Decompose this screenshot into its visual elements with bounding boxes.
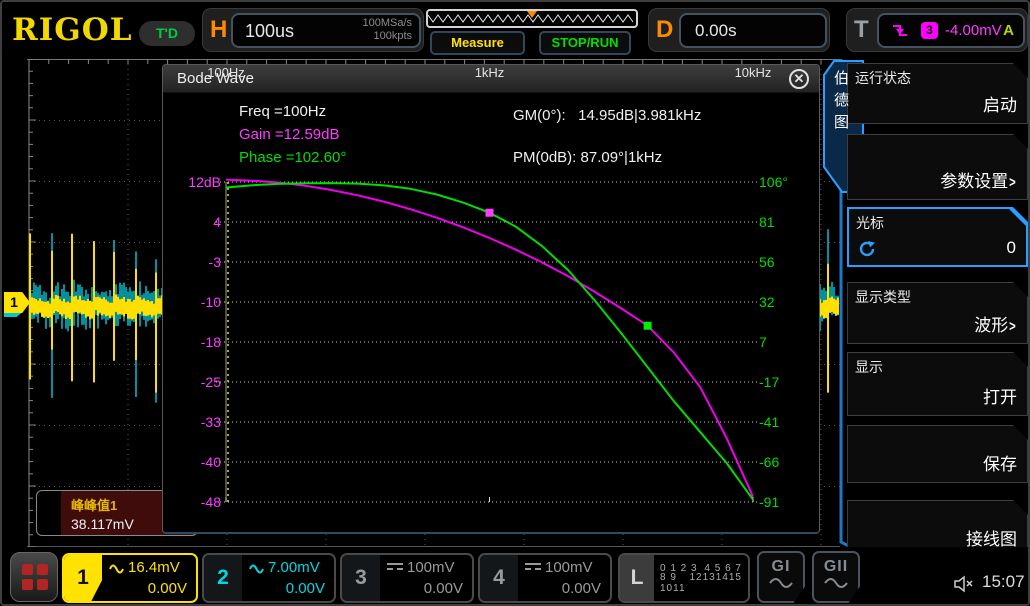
channel-4-tab[interactable]: 4 100mV 0.00V <box>478 553 612 603</box>
sidebar-item-display[interactable]: 显示 打开 <box>847 352 1028 416</box>
delay-value: 0.00s <box>695 21 737 41</box>
rotate-icon <box>857 239 877 259</box>
generator-1-button[interactable]: GI <box>757 551 805 603</box>
delay-group: D 0.00s <box>648 8 830 52</box>
channel-number: 3 <box>342 555 380 601</box>
timebase-control[interactable]: 100us 100MSa/s 100kpts <box>231 13 421 48</box>
speaker-muted-icon[interactable] <box>953 575 977 593</box>
sidebar-item-run-state[interactable]: 运行状态 启动 <box>847 63 1028 124</box>
oscilloscope-screen: 1 峰峰值1 38.117mV RIGOL T'D H 100us 100MSa… <box>0 0 1030 606</box>
measure-button[interactable]: Measure <box>430 31 525 55</box>
top-status-bar: RIGOL T'D H 100us 100MSa/s 100kpts Measu… <box>2 2 1030 58</box>
channel-3-tab[interactable]: 3 100mV 0.00V <box>340 553 474 603</box>
trigger-status-badge: T'D <box>139 21 195 46</box>
generator-2-button[interactable]: GII <box>812 551 860 603</box>
sidebar-item-parameter-setting[interactable]: 参数设置> <box>847 134 1028 200</box>
logic-label: L <box>620 555 654 601</box>
sidebar-item-cursor[interactable]: 光标 0 <box>847 207 1028 267</box>
channel-number: 1 <box>64 555 102 601</box>
logic-analyzer-tab[interactable]: L 0 1 2 34 5 6 7 8 9 101112131415 <box>618 553 750 603</box>
channel-offset: 0.00V <box>286 580 325 597</box>
horizontal-label: H <box>210 16 227 44</box>
channel-2-tab[interactable]: 2 7.00mV 0.00V <box>202 553 336 603</box>
channel-scale: 100mV <box>545 559 593 576</box>
trigger-position-icon <box>527 11 537 18</box>
channel-number: 2 <box>204 555 242 601</box>
sine-icon <box>768 577 794 589</box>
bode-menu-tab-label[interactable]: 伯德图 <box>830 70 851 182</box>
trigger-level-value: -4.00mV <box>945 22 1002 39</box>
ac-coupling-icon <box>109 562 124 574</box>
channel-number: 4 <box>480 555 518 601</box>
channel-offset: 0.00V <box>562 580 601 597</box>
timebase-value: 100us <box>245 21 294 42</box>
menu-grid-icon <box>22 564 48 590</box>
trigger-control[interactable]: 3 -4.00mV A <box>877 13 1025 48</box>
stop-run-button[interactable]: STOP/RUN <box>539 31 631 55</box>
channel-scale: 16.4mV <box>128 559 180 576</box>
sidebar-item-save[interactable]: 保存 <box>847 425 1028 483</box>
waveform-position-strip[interactable] <box>426 9 638 28</box>
clock: 15:07 <box>982 572 1025 592</box>
trigger-label: T <box>854 16 869 44</box>
delay-label: D <box>656 16 673 44</box>
chevron-right-icon: > <box>1009 174 1016 191</box>
trigger-source-badge: 3 <box>921 22 938 39</box>
acquisition-info: 100MSa/s 100kpts <box>362 17 412 43</box>
dc-coupling-icon <box>525 563 541 572</box>
channel-1-tab[interactable]: 1 16.4mV 0.00V <box>62 553 198 603</box>
memory-depth: 100kpts <box>362 30 412 43</box>
channel-scale: 7.00mV <box>268 559 320 576</box>
delay-control[interactable]: 0.00s <box>679 13 827 48</box>
trigger-edge-icon <box>891 22 909 39</box>
chevron-right-icon: > <box>1009 318 1016 335</box>
channel-offset: 0.00V <box>148 580 187 597</box>
sidebar-item-display-type[interactable]: 显示类型 波形> <box>847 282 1028 344</box>
channel-scale: 100mV <box>407 559 455 576</box>
preview-wave-icon <box>428 11 636 26</box>
bottom-channel-bar: 1 16.4mV 0.00V 2 7.00mV 0.00V 3 100mV 0.… <box>2 547 1030 606</box>
ac-coupling-icon <box>249 562 264 574</box>
trigger-coupling: A <box>1003 22 1014 39</box>
sine-icon <box>823 577 849 589</box>
channel-offset: 0.00V <box>424 580 463 597</box>
dc-coupling-icon <box>387 563 403 572</box>
trigger-group: T 3 -4.00mV A <box>846 8 1028 52</box>
horizontal-group: H 100us 100MSa/s 100kpts <box>202 8 424 52</box>
menu-button[interactable] <box>10 552 58 602</box>
sample-rate: 100MSa/s <box>362 17 412 30</box>
brand-logo: RIGOL <box>12 12 133 48</box>
